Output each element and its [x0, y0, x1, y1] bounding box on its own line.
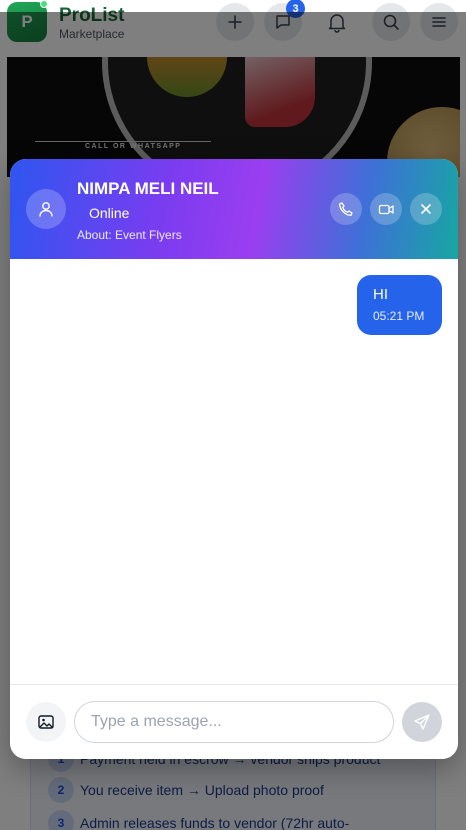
video-call-button[interactable]	[370, 193, 402, 225]
contact-about: About: Event Flyers	[77, 228, 182, 242]
phone-icon	[339, 202, 353, 216]
contact-status: Online	[89, 205, 130, 221]
message-input[interactable]	[74, 701, 394, 743]
online-dot	[40, 0, 48, 8]
chat-modal: NIMPA MELI NEIL Online About: Event Flye…	[10, 159, 458, 759]
message-bubble-outgoing[interactable]: HI 05:21 PM	[357, 275, 442, 335]
call-button[interactable]	[330, 193, 362, 225]
message-list[interactable]: HI 05:21 PM	[10, 259, 458, 684]
message-text: HI	[373, 286, 388, 303]
user-icon	[39, 202, 53, 217]
message-time: 05:21 PM	[373, 309, 425, 323]
close-chat-button[interactable]	[410, 193, 442, 225]
send-button[interactable]	[402, 702, 442, 742]
attach-image-button[interactable]	[26, 702, 66, 742]
image-icon	[38, 715, 54, 729]
video-icon	[378, 204, 394, 214]
chat-header: NIMPA MELI NEIL Online About: Event Flye…	[10, 159, 458, 259]
send-icon	[414, 714, 430, 730]
message-composer	[10, 684, 458, 759]
contact-avatar[interactable]	[26, 189, 66, 229]
close-icon	[421, 204, 431, 214]
contact-name: NIMPA MELI NEIL	[77, 179, 219, 198]
